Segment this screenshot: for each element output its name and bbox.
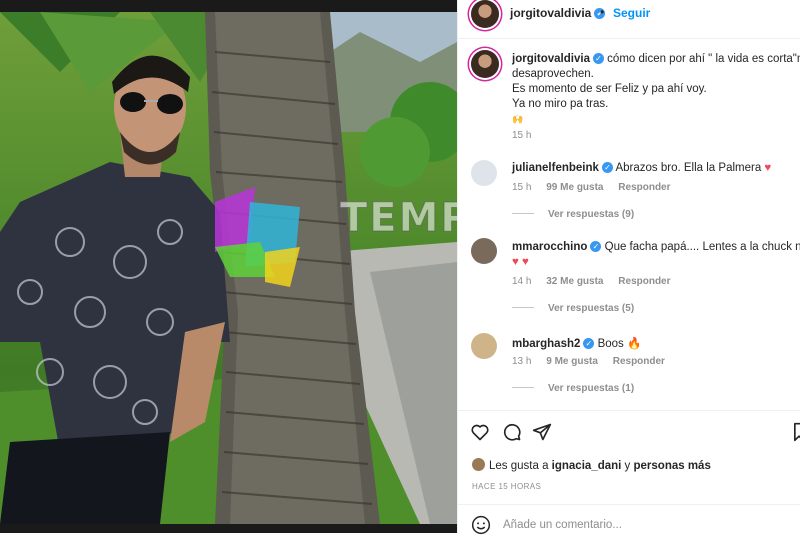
replies-line (512, 387, 534, 388)
comment-box-divider (458, 504, 800, 505)
author-username[interactable]: jorgitovaldivia ✓ (510, 6, 606, 20)
caption: jorgitovaldivia ✓ cómo dicen por ahí " la… (512, 52, 800, 127)
liker-avatar[interactable] (472, 458, 485, 471)
comment-item: julianelfenbeink ✓ Abrazos bro. Ella la P… (512, 162, 771, 174)
comment-text: Que facha papá.... Lentes a la chuck nor… (604, 241, 800, 253)
header-divider (458, 38, 800, 39)
comment-meta: 14 h 32 Me gusta Responder (512, 276, 683, 287)
comment-likes[interactable]: 99 Me gusta (546, 182, 603, 193)
caption-line-4: Ya no miro pa tras. (512, 98, 609, 110)
fire-emoji: 🔥 (627, 338, 642, 350)
likes-connector: y (624, 460, 631, 472)
reply-button[interactable]: Responder (618, 276, 670, 287)
author-avatar[interactable] (471, 0, 499, 28)
caption-line-3: Es momento de ser Feliz y pa ahí voy. (512, 83, 707, 95)
verified-icon: ✓ (590, 241, 602, 252)
verified-icon: ✓ (601, 162, 613, 173)
comment-item: mbarghash2 ✓ Boos 🔥 (512, 336, 641, 350)
separator-dot: • (600, 5, 605, 19)
replies-line (512, 307, 534, 308)
comment-avatar[interactable] (471, 333, 497, 359)
heart-emoji: ♥ (764, 162, 772, 174)
comment-username[interactable]: mmarocchino (512, 241, 587, 253)
photo-bottom-bar (0, 524, 457, 533)
comment-likes[interactable]: 32 Me gusta (546, 276, 603, 287)
caption-time[interactable]: 15 h (512, 130, 531, 141)
add-comment-input[interactable]: Añade un comentario... (503, 519, 622, 531)
comment-text: Boos (597, 338, 624, 350)
view-replies-text[interactable]: Ver respuestas (5) (548, 303, 634, 314)
comment-meta: 15 h 99 Me gusta Responder (512, 182, 683, 193)
comment-meta: 13 h 9 Me gusta Responder (512, 356, 677, 367)
author-username-text[interactable]: jorgitovaldivia (510, 6, 591, 20)
post-timestamp[interactable]: HACE 15 HORAS (472, 482, 541, 491)
caption-avatar[interactable] (471, 50, 499, 78)
comment-avatar[interactable] (471, 238, 497, 264)
comment-time[interactable]: 14 h (512, 276, 531, 287)
comment-username[interactable]: julianelfenbeink (512, 162, 599, 174)
comment-avatar[interactable] (471, 160, 497, 186)
post-side-panel: jorgitovaldivia ✓ • Seguir jorgitovaldivi… (457, 0, 800, 535)
view-replies[interactable]: Ver respuestas (5) (512, 303, 634, 314)
photo-scene (0, 12, 457, 524)
heart-icon[interactable] (470, 422, 490, 442)
share-icon[interactable] (532, 422, 552, 442)
caption-username[interactable]: jorgitovaldivia (512, 53, 590, 65)
emoji-icon[interactable] (471, 515, 491, 535)
photo-top-bar (0, 0, 457, 12)
comment-username[interactable]: mbarghash2 (512, 338, 580, 350)
comment-icon[interactable] (502, 422, 522, 442)
photo-illustration (0, 12, 457, 524)
replies-line (512, 213, 534, 214)
likes-prefix: Les gusta a (489, 460, 549, 472)
post-photo[interactable]: TEMPOX (0, 0, 457, 533)
reply-button[interactable]: Responder (618, 182, 670, 193)
watermark: TEMPOX (339, 195, 457, 242)
heart-emoji: ♥ ♥ (512, 256, 529, 268)
follow-button[interactable]: Seguir (613, 6, 650, 20)
verified-icon: ✓ (592, 53, 604, 64)
view-replies[interactable]: Ver respuestas (9) (512, 209, 634, 220)
liker-username[interactable]: ignacia_dani (552, 460, 622, 472)
comment-time[interactable]: 13 h (512, 356, 531, 367)
caption-emoji: 🙌 (512, 114, 524, 124)
view-replies-text[interactable]: Ver respuestas (1) (548, 383, 634, 394)
comment-item: mmarocchino ✓ Que facha papá.... Lentes a… (512, 241, 800, 253)
likes-more-link[interactable]: personas más (634, 460, 711, 472)
bookmark-icon[interactable] (792, 422, 800, 442)
view-replies[interactable]: Ver respuestas (1) (512, 383, 634, 394)
reply-button[interactable]: Responder (613, 356, 665, 367)
view-replies-text[interactable]: Ver respuestas (9) (548, 209, 634, 220)
caption-line-1: cómo dicen por ahí " la vida es corta"no… (607, 53, 800, 65)
caption-line-2: desaprovechen. (512, 68, 594, 80)
likes-summary: Les gusta a ignacia_dani y personas más (472, 458, 711, 472)
actions-divider (458, 410, 800, 411)
comment-likes[interactable]: 9 Me gusta (546, 356, 598, 367)
verified-icon: ✓ (583, 338, 595, 349)
comment-text: Abrazos bro. Ella la Palmera (615, 162, 762, 174)
comment-time[interactable]: 15 h (512, 182, 531, 193)
